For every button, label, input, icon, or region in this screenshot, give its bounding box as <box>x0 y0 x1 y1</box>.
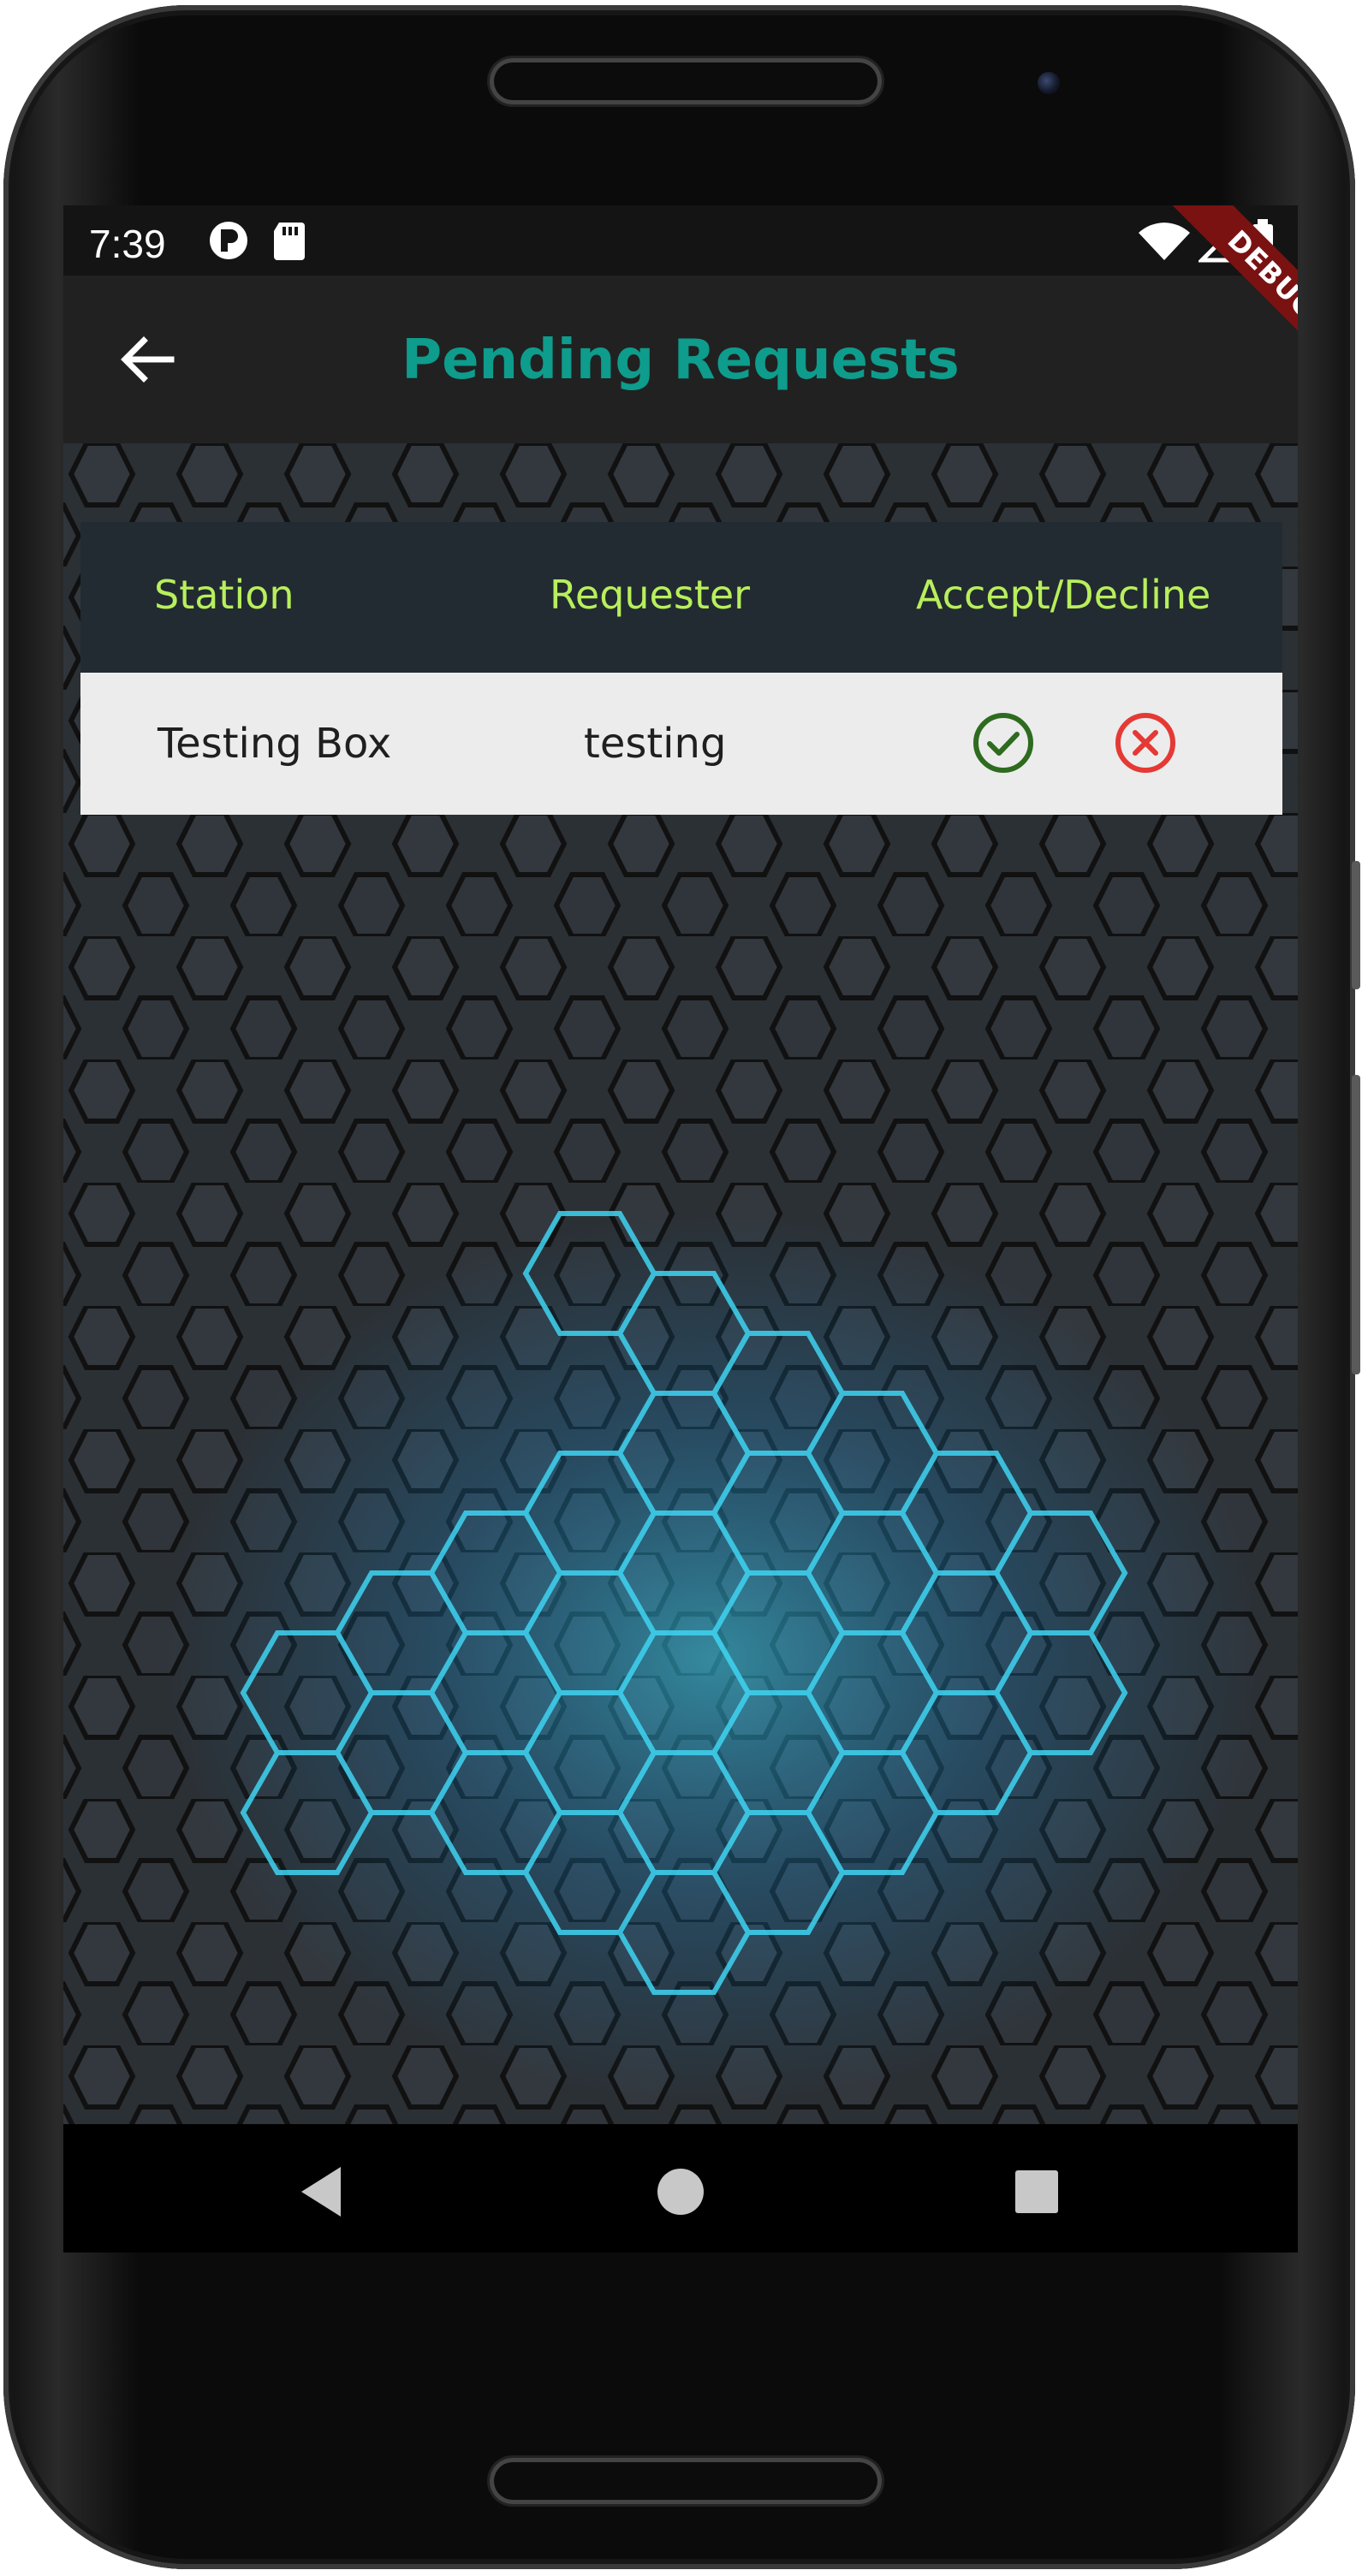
system-nav-bar <box>63 2124 1298 2253</box>
triangle-back-icon <box>301 2167 341 2217</box>
table-row: Testing Box testing <box>80 673 1282 815</box>
cancel-circle-icon <box>1115 713 1175 773</box>
debug-banner: DEBUG <box>1109 205 1298 394</box>
circle-home-icon <box>657 2169 704 2215</box>
nav-back-button[interactable] <box>293 2162 353 2222</box>
table-header: Station Requester Accept/Decline <box>80 522 1282 673</box>
column-header-station: Station <box>154 572 294 618</box>
content-area: Station Requester Accept/Decline Testing… <box>63 443 1298 2252</box>
sd-card-icon <box>271 219 308 266</box>
app-notification-icon <box>207 219 250 266</box>
power-button <box>1352 861 1360 989</box>
front-camera <box>1038 72 1060 94</box>
bottom-speaker <box>490 2458 882 2504</box>
column-header-accept-decline: Accept/Decline <box>916 572 1211 618</box>
debug-label: DEBUG <box>1166 205 1298 381</box>
volume-button <box>1352 1075 1360 1374</box>
screen: 7:39 Pending Requests DEBUG Station Requ… <box>63 205 1298 2253</box>
requests-table: Station Requester Accept/Decline Testing… <box>80 522 1282 815</box>
nav-recents-button[interactable] <box>1007 2162 1067 2222</box>
nav-home-button[interactable] <box>651 2162 711 2222</box>
top-speaker <box>490 58 882 104</box>
column-header-requester: Requester <box>550 572 751 618</box>
check-circle-icon <box>973 713 1033 773</box>
square-recents-icon <box>1015 2170 1058 2213</box>
status-time: 7:39 <box>89 222 166 266</box>
cell-station: Testing Box <box>158 720 392 768</box>
decline-button[interactable] <box>1113 710 1178 775</box>
accept-button[interactable] <box>971 710 1036 775</box>
cell-requester: testing <box>584 720 727 768</box>
